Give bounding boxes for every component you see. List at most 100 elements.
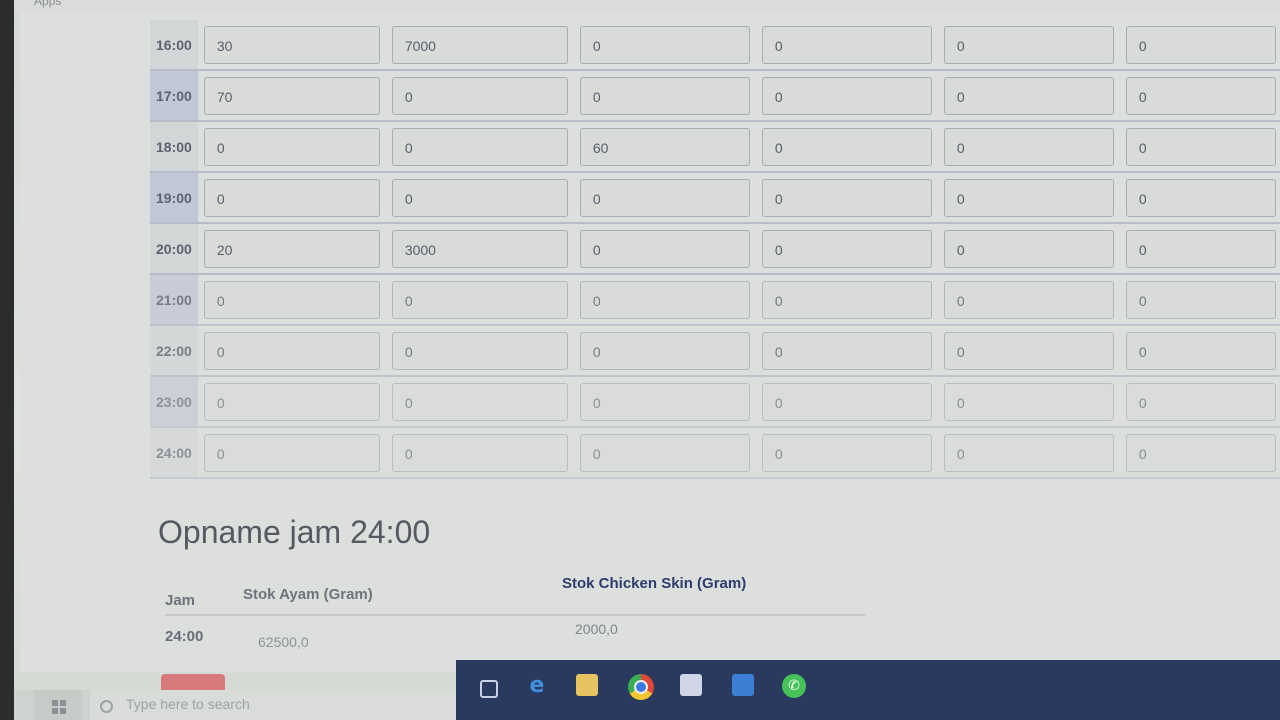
value-input[interactable]: 0 <box>1125 280 1276 319</box>
bookmarks-bar: Apps <box>14 0 1280 12</box>
row-time: 16:00 <box>150 20 198 71</box>
row-time: 24:00 <box>150 428 198 479</box>
whatsapp-icon[interactable]: ✆ <box>782 674 806 698</box>
value-input[interactable]: 7000 <box>391 25 568 64</box>
opname-stok-chicken-skin-value: 2000,0 <box>575 621 618 637</box>
value-input[interactable]: 0 <box>761 229 932 268</box>
table-row: 23:00 0 0 0 0 0 0 <box>150 377 1280 428</box>
value-input[interactable]: 0 <box>203 178 380 217</box>
store-icon[interactable] <box>680 674 702 696</box>
value-input[interactable]: 0 <box>579 229 750 268</box>
value-input[interactable]: 60 <box>579 127 750 166</box>
value-input[interactable]: 0 <box>391 331 568 370</box>
value-input[interactable]: 0 <box>943 229 1114 268</box>
table-row: 19:00 0 0 0 0 0 0 <box>150 173 1280 224</box>
value-input[interactable]: 0 <box>203 382 380 421</box>
value-input[interactable]: 0 <box>943 25 1114 64</box>
value-input[interactable]: 0 <box>203 127 380 166</box>
value-input[interactable]: 20 <box>203 229 380 268</box>
hourly-input-table: 16:00 30 7000 0 0 0 0 17:00 70 0 0 0 0 0 <box>150 20 1280 479</box>
table-row: 20:00 20 3000 0 0 0 0 <box>150 224 1280 275</box>
header-stok-ayam: Stok Ayam (Gram) <box>243 586 373 603</box>
value-input[interactable]: 0 <box>579 76 750 115</box>
row-time: 18:00 <box>150 122 198 173</box>
task-view-icon[interactable] <box>480 680 498 698</box>
table-row: 16:00 30 7000 0 0 0 0 <box>150 20 1280 71</box>
value-input[interactable]: 0 <box>943 433 1114 472</box>
value-input[interactable]: 0 <box>761 382 932 421</box>
value-input[interactable]: 0 <box>579 280 750 319</box>
value-input[interactable]: 0 <box>761 280 932 319</box>
value-input[interactable]: 0 <box>761 178 932 217</box>
table-row: 24:00 0 0 0 0 0 0 <box>150 428 1280 479</box>
search-placeholder: Type here to search <box>126 696 250 712</box>
value-input[interactable]: 0 <box>203 331 380 370</box>
table-row: 18:00 0 0 60 0 0 0 <box>150 122 1280 173</box>
value-input[interactable]: 0 <box>579 382 750 421</box>
row-time: 22:00 <box>150 326 198 377</box>
taskbar-search[interactable]: Type here to search <box>90 690 470 720</box>
value-input[interactable]: 0 <box>943 382 1114 421</box>
value-input[interactable]: 0 <box>1125 331 1276 370</box>
value-input[interactable]: 70 <box>203 76 380 115</box>
edge-icon[interactable]: e <box>526 673 548 698</box>
row-divider <box>165 614 865 616</box>
row-time: 23:00 <box>150 377 198 428</box>
value-input[interactable]: 0 <box>761 331 932 370</box>
value-input[interactable]: 0 <box>1125 178 1276 217</box>
value-input[interactable]: 0 <box>579 331 750 370</box>
value-input[interactable]: 0 <box>391 280 568 319</box>
value-input[interactable]: 0 <box>761 76 932 115</box>
value-input[interactable]: 0 <box>1125 127 1276 166</box>
value-input[interactable]: 0 <box>579 178 750 217</box>
apps-bookmark[interactable]: Apps <box>34 0 61 8</box>
value-input[interactable]: 0 <box>203 433 380 472</box>
value-input[interactable]: 0 <box>1125 229 1276 268</box>
row-time: 19:00 <box>150 173 198 224</box>
table-row: 22:00 0 0 0 0 0 0 <box>150 326 1280 377</box>
taskbar-pinned-apps: e ✆ <box>456 660 1280 720</box>
header-stok-chicken-skin: Stok Chicken Skin (Gram) <box>562 575 747 592</box>
value-input[interactable]: 0 <box>579 433 750 472</box>
windows-taskbar: Type here to search e ✆ <box>14 660 1280 720</box>
value-input[interactable]: 3000 <box>391 229 568 268</box>
value-input[interactable]: 0 <box>943 280 1114 319</box>
windows-start-icon[interactable] <box>34 690 82 720</box>
mail-icon[interactable] <box>732 674 754 696</box>
value-input[interactable]: 0 <box>943 178 1114 217</box>
value-input[interactable]: 0 <box>1125 76 1276 115</box>
table-row: 17:00 70 0 0 0 0 0 <box>150 71 1280 122</box>
hourly-table-body: 16:00 30 7000 0 0 0 0 17:00 70 0 0 0 0 0 <box>150 20 1280 479</box>
monitor-bezel <box>0 0 14 720</box>
value-input[interactable]: 0 <box>391 433 568 472</box>
value-input[interactable]: 0 <box>943 331 1114 370</box>
page-content: 16:00 30 7000 0 0 0 0 17:00 70 0 0 0 0 0 <box>20 12 1280 696</box>
chrome-icon[interactable] <box>628 674 654 700</box>
value-input[interactable]: 0 <box>1125 25 1276 64</box>
value-input[interactable]: 0 <box>391 127 568 166</box>
search-icon <box>100 700 113 713</box>
value-input[interactable]: 0 <box>579 25 750 64</box>
screen-frame: Apps 16:00 30 7000 0 0 0 0 17:00 70 0 0 <box>0 0 1280 720</box>
value-input[interactable]: 0 <box>1125 433 1276 472</box>
file-explorer-icon[interactable] <box>576 674 598 696</box>
value-input[interactable]: 0 <box>943 76 1114 115</box>
header-jam: Jam <box>165 592 196 609</box>
value-input[interactable]: 0 <box>1125 382 1276 421</box>
value-input[interactable]: 0 <box>391 76 568 115</box>
value-input[interactable]: 0 <box>943 127 1114 166</box>
opname-title: Opname jam 24:00 <box>158 514 431 550</box>
value-input[interactable]: 0 <box>391 382 568 421</box>
value-input[interactable]: 30 <box>203 25 380 64</box>
value-input[interactable]: 0 <box>203 280 380 319</box>
value-input[interactable]: 0 <box>391 178 568 217</box>
row-time: 21:00 <box>150 275 198 326</box>
value-input[interactable]: 0 <box>761 127 932 166</box>
row-time: 20:00 <box>150 224 198 275</box>
opname-stok-ayam-value: 62500,0 <box>258 634 309 650</box>
table-row: 21:00 0 0 0 0 0 0 <box>150 275 1280 326</box>
value-input[interactable]: 0 <box>761 433 932 472</box>
row-time: 17:00 <box>150 71 198 122</box>
opname-jam-value: 24:00 <box>165 628 204 645</box>
value-input[interactable]: 0 <box>761 25 932 64</box>
